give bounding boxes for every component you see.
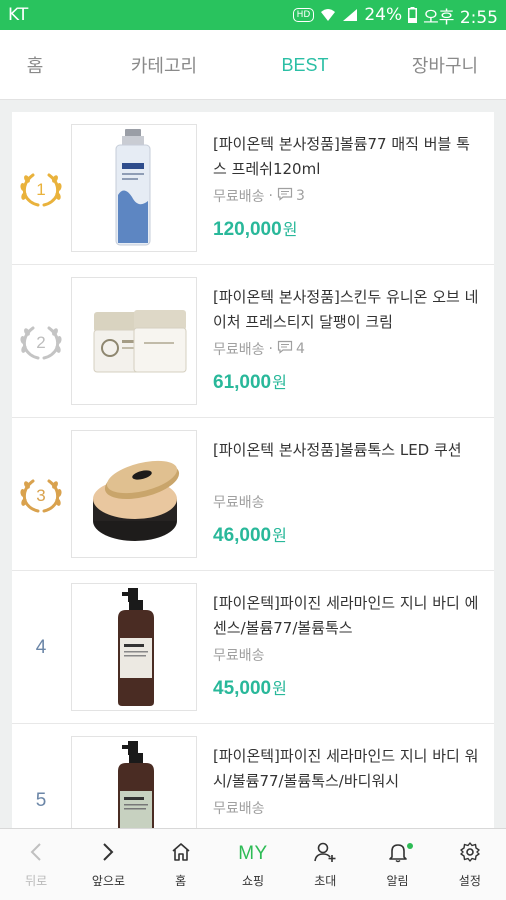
shopping-label: 쇼핑 [241, 874, 265, 888]
best-product-list: 1 [파이온텍 본사정품]볼륨77 매직 버블 톡스 프레쉬120ml 무료배송… [12, 112, 494, 828]
product-image[interactable] [71, 430, 197, 558]
gear-icon [459, 841, 481, 867]
price-amount: 61,000 [213, 372, 272, 393]
bell-icon [387, 841, 413, 867]
home-label: 홈 [175, 874, 187, 888]
settings-button[interactable]: 설정 [434, 829, 506, 900]
price-amount: 46,000 [213, 525, 272, 546]
price-currency: 원 [272, 679, 287, 698]
rank-number: 4 [35, 636, 47, 658]
clock: 오후 2:55 [423, 7, 498, 28]
comment-count: 4 [295, 341, 305, 357]
product-item[interactable]: 5 [파이온텍]파이진 세라마인드 지니 바디 워시/볼륨77/볼륨톡스/바디워… [12, 724, 494, 828]
shipping-label: 무료배송 [213, 342, 265, 358]
product-image[interactable] [71, 277, 197, 405]
carrier-name: KT [8, 5, 29, 25]
comment-icon [277, 187, 293, 205]
tab-best[interactable]: BEST [268, 30, 342, 100]
hd-voice-icon: HD [292, 8, 315, 22]
wifi-icon [320, 8, 336, 22]
notifications-button[interactable]: 알림 [361, 829, 433, 900]
product-image[interactable] [71, 583, 197, 711]
product-image[interactable] [71, 736, 197, 828]
chevron-right-icon [101, 841, 115, 867]
product-title[interactable]: [파이온텍 본사정품]스킨두 유니온 오브 네이처 프레스티지 달팽이 크림 [213, 285, 483, 335]
price-amount: 120,000 [213, 219, 282, 240]
notifications-label: 알림 [386, 874, 409, 888]
shipping-label: 무료배송 [213, 648, 265, 664]
rank-badge-silver: 2 [12, 265, 70, 418]
product-image[interactable] [71, 124, 197, 252]
back-label: 뒤로 [25, 874, 48, 888]
top-navigation: 홈 카테고리 BEST 장바구니 [0, 30, 506, 100]
product-price: 120,000 원 [213, 216, 483, 241]
forward-label: 앞으로 [91, 874, 125, 888]
settings-label: 설정 [458, 874, 481, 888]
tab-category[interactable]: 카테고리 [112, 30, 216, 100]
product-item[interactable]: 4 [파이온텍]파이진 세라마인드 지니 바디 에센스/볼륨77/볼륨톡스 무료… [12, 571, 494, 724]
shipping-label: 무료배송 [213, 495, 265, 511]
shipping-label: 무료배송 [213, 189, 265, 205]
product-title[interactable]: [파이온텍]파이진 세라마인드 지니 바디 워시/볼륨77/볼륨톡스/바디워시 [213, 744, 483, 794]
forward-button[interactable]: 앞으로 [72, 829, 144, 900]
comment-count: 3 [295, 188, 305, 204]
separator: · [268, 188, 273, 204]
rank-number: 3 [36, 486, 45, 505]
home-icon [170, 841, 192, 867]
battery-icon [408, 7, 418, 23]
product-item[interactable]: 2 [파이온텍 본사정품]스킨두 유니온 오브 네이처 프레스티지 달팽이 크림… [12, 265, 494, 418]
rank-badge: 5 [12, 724, 70, 828]
separator: · [268, 341, 273, 357]
comment-icon [277, 340, 293, 358]
price-currency: 원 [272, 526, 287, 545]
product-title[interactable]: [파이온텍 본사정품]볼륨톡스 LED 쿠션 [213, 438, 483, 488]
rank-badge-gold: 1 [12, 112, 70, 265]
product-price: 61,000 원 [213, 369, 483, 394]
rank-number: 2 [36, 333, 45, 352]
shipping-label: 무료배송 [213, 801, 265, 817]
product-item[interactable]: 3 [파이온텍 본사정품]볼륨톡스 LED 쿠션 무료배송 46,000 원 [12, 418, 494, 571]
my-logo: MY [238, 843, 268, 864]
tab-home[interactable]: 홈 [14, 30, 56, 100]
price-currency: 원 [282, 220, 298, 239]
home-button[interactable]: 홈 [145, 829, 217, 900]
price-amount: 45,000 [213, 678, 272, 699]
battery-percent: 24% [364, 5, 403, 25]
rank-number: 5 [35, 789, 47, 811]
notification-dot [406, 843, 413, 849]
rank-badge: 4 [12, 571, 70, 724]
invite-label: 초대 [314, 874, 337, 888]
rank-badge-bronze: 3 [12, 418, 70, 571]
product-title[interactable]: [파이온텍]파이진 세라마인드 지니 바디 에센스/볼륨77/볼륨톡스 [213, 591, 483, 641]
price-currency: 원 [272, 373, 287, 392]
shopping-button[interactable]: MY 쇼핑 [217, 829, 289, 900]
back-button[interactable]: 뒤로 [0, 829, 72, 900]
signal-icon [342, 8, 358, 22]
chevron-left-icon [29, 841, 43, 867]
product-item[interactable]: 1 [파이온텍 본사정품]볼륨77 매직 버블 톡스 프레쉬120ml 무료배송… [12, 112, 494, 265]
tab-cart[interactable]: 장바구니 [392, 30, 498, 100]
invite-button[interactable]: 초대 [289, 829, 361, 900]
rank-number: 1 [36, 180, 45, 199]
bottom-toolbar: 뒤로 앞으로 홈 MY 쇼핑 초대 알림 설정 [0, 828, 506, 900]
product-title[interactable]: [파이온텍 본사정품]볼륨77 매직 버블 톡스 프레쉬120ml [213, 132, 483, 182]
product-price: 46,000 원 [213, 522, 483, 547]
status-bar: KT HD 24% 오후 2:55 [0, 0, 506, 30]
add-user-icon [313, 841, 337, 867]
product-price: 45,000 원 [213, 675, 483, 700]
